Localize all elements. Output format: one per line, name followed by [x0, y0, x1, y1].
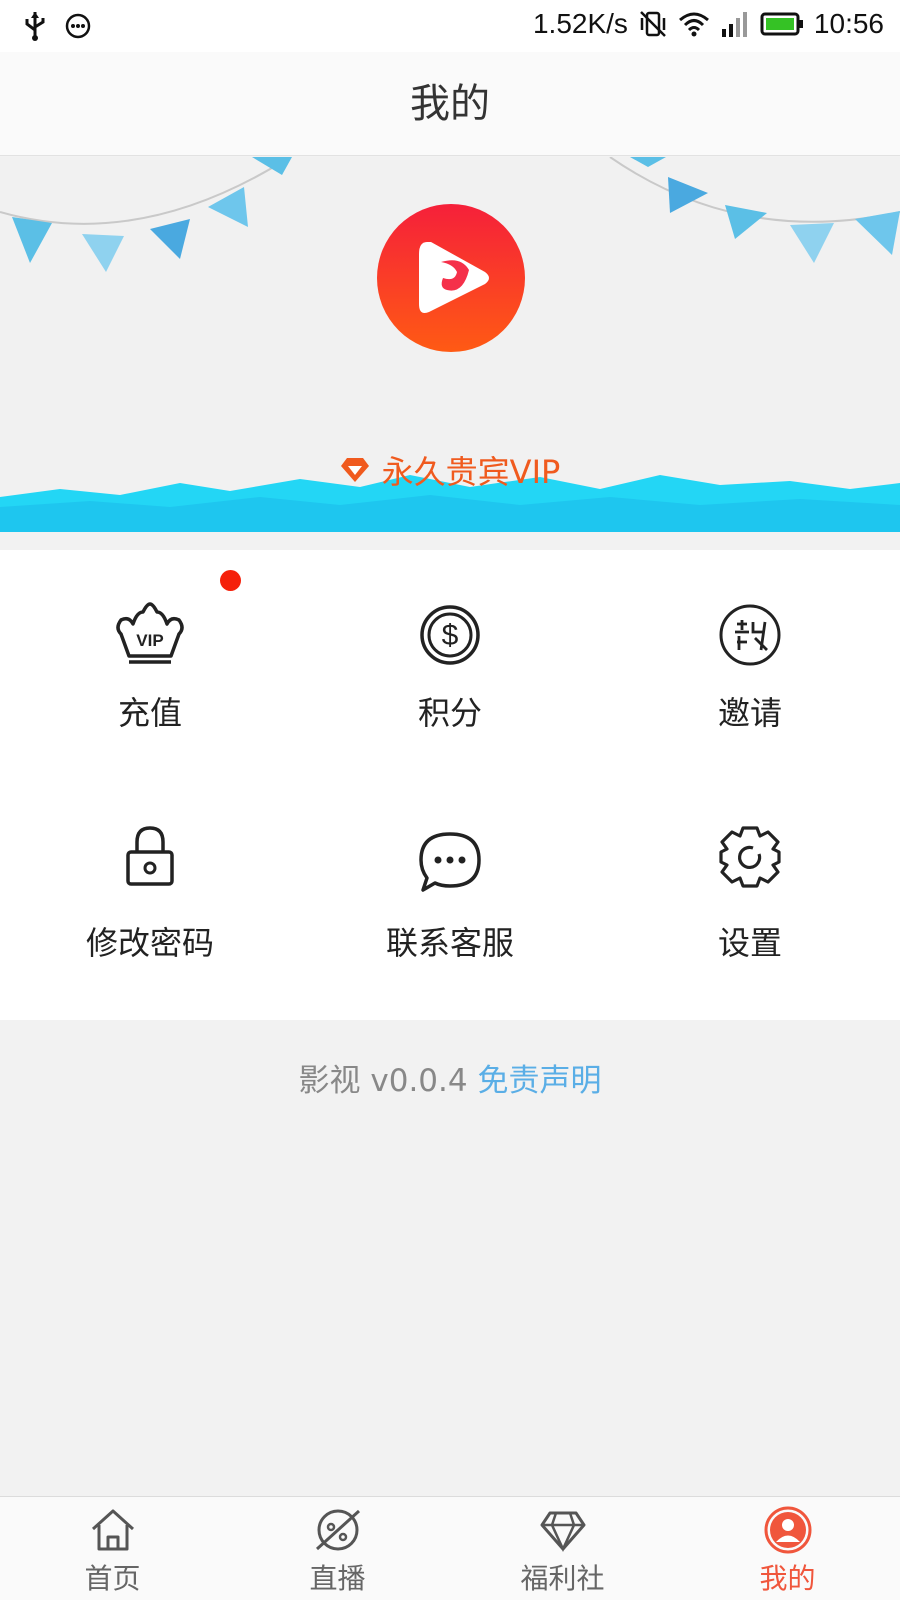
settings-gear-icon — [719, 826, 781, 888]
tab-label: 我的 — [759, 1562, 816, 1595]
svg-text:VIP: VIP — [136, 631, 163, 650]
tab-label: 福利社 — [520, 1562, 605, 1595]
message-icon — [65, 13, 91, 39]
menu-item-label: 联系客服 — [385, 924, 514, 962]
net-speed: 1.52K/s — [532, 8, 628, 39]
app-logo — [377, 204, 525, 352]
signal-icon — [721, 12, 747, 37]
page-title: 我的 — [410, 81, 490, 127]
tab-live[interactable]: 直播 — [225, 1497, 450, 1600]
menu-item-label: 邀请 — [717, 694, 782, 732]
menu-item-label: 设置 — [717, 924, 782, 962]
tab-label: 首页 — [84, 1562, 141, 1595]
version-text: 影视 v0.0.4 — [298, 1063, 468, 1099]
vibrate-icon — [640, 11, 666, 37]
disclaimer-link[interactable]: 免责声明 — [477, 1063, 601, 1099]
app-header: 我的 — [0, 52, 900, 156]
menu-grid: VIP 充值 $ 积分 邀请 修改密码 联系客服 设置 — [0, 550, 900, 1020]
live-icon — [315, 1509, 361, 1551]
lock-icon — [126, 826, 174, 886]
vip-crown-icon: VIP — [116, 602, 184, 664]
menu-item-customer-service[interactable]: 联系客服 — [300, 780, 600, 1010]
notification-dot — [220, 570, 241, 591]
wifi-icon — [678, 12, 709, 37]
menu-item-invite[interactable]: 邀请 — [600, 550, 900, 780]
diamond-icon — [540, 1511, 586, 1553]
vip-status: 永久贵宾VIP — [0, 447, 900, 493]
bottom-tab-bar: 首页 直播 福利社 我的 — [0, 1496, 900, 1600]
tab-welfare[interactable]: 福利社 — [450, 1497, 675, 1600]
svg-text:$: $ — [442, 619, 459, 652]
menu-item-label: 积分 — [417, 694, 482, 732]
home-icon — [91, 1509, 135, 1551]
menu-item-change-password[interactable]: 修改密码 — [0, 780, 300, 1010]
version-footer: 影视 v0.0.4 免责声明 — [0, 1055, 900, 1100]
tab-mine[interactable]: 我的 — [675, 1497, 900, 1600]
chat-bubble-icon — [419, 832, 481, 892]
tab-home[interactable]: 首页 — [0, 1497, 225, 1600]
clock: 10:56 — [813, 8, 884, 39]
menu-item-settings[interactable]: 设置 — [600, 780, 900, 1010]
profile-icon — [764, 1506, 812, 1554]
invite-icon — [719, 604, 781, 666]
status-bar: 1.52K/s 10:56 — [0, 0, 900, 52]
coin-icon: $ — [420, 605, 480, 665]
section-divider — [0, 532, 900, 550]
menu-item-points[interactable]: $ 积分 — [300, 550, 600, 780]
profile-banner: 永久贵宾VIP — [0, 157, 900, 532]
usb-icon — [25, 12, 45, 41]
battery-icon — [760, 12, 803, 36]
menu-item-label: 充值 — [117, 694, 182, 732]
menu-item-recharge[interactable]: VIP 充值 — [0, 550, 300, 780]
menu-item-label: 修改密码 — [85, 924, 214, 962]
diamond-badge-icon — [340, 458, 369, 482]
tab-label: 直播 — [309, 1562, 366, 1595]
vip-label: 永久贵宾VIP — [381, 453, 561, 491]
